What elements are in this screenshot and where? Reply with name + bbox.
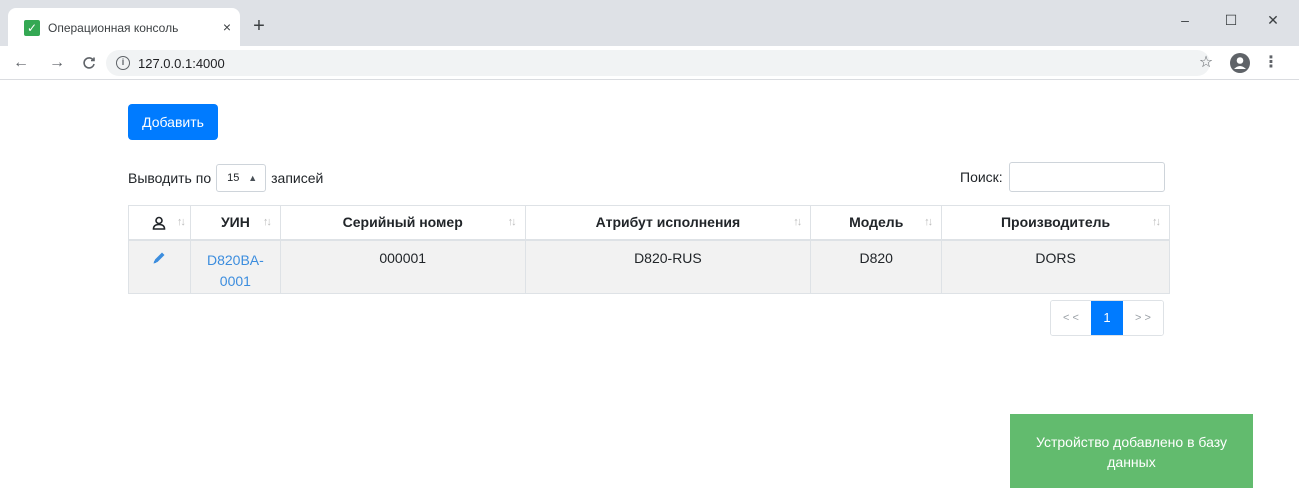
serial-cell: 000001 bbox=[279, 239, 526, 294]
pagination-next-button[interactable]: > > bbox=[1123, 301, 1163, 335]
search-label: Поиск: bbox=[960, 169, 1003, 185]
add-button[interactable]: Добавить bbox=[128, 104, 218, 140]
uin-link[interactable]: D820BA-0001 bbox=[207, 252, 264, 289]
user-icon bbox=[153, 217, 166, 231]
uin-cell: D820BA-0001 bbox=[189, 239, 281, 294]
page-length-select[interactable]: 15 ▲ bbox=[216, 164, 267, 192]
header-model[interactable]: Модель ↑↓ bbox=[810, 205, 943, 241]
star-icon[interactable]: ☆ bbox=[1195, 52, 1217, 74]
browser-titlebar: ✓ Операционная консоль × + – ☐ ✕ bbox=[0, 0, 1299, 46]
page-content: Добавить Выводить по 15 ▲ записей Поиск:… bbox=[0, 81, 1299, 494]
sort-icon: ↑↓ bbox=[507, 216, 517, 228]
url-field[interactable]: i 127.0.0.1:4000 bbox=[106, 50, 1210, 76]
browser-tab[interactable]: ✓ Операционная консоль × bbox=[8, 8, 240, 46]
reload-icon[interactable] bbox=[78, 52, 100, 74]
edit-cell bbox=[128, 239, 191, 294]
pagination-page-button[interactable]: 1 bbox=[1091, 301, 1123, 335]
header-owner[interactable]: ↑↓ bbox=[128, 205, 191, 241]
table-header-row: ↑↓ УИН ↑↓ Серийный номер ↑↓ Атрибут исполн… bbox=[128, 205, 1170, 241]
vendor-cell: DORS bbox=[941, 239, 1170, 294]
search-input[interactable] bbox=[1008, 162, 1165, 192]
header-attribute[interactable]: Атрибут исполнения ↑↓ bbox=[524, 205, 812, 241]
sort-icon: ↑↓ bbox=[262, 216, 272, 228]
pagination: < < 1 > > bbox=[1050, 300, 1164, 336]
header-vendor[interactable]: Производитель ↑↓ bbox=[941, 205, 1170, 241]
header-uin[interactable]: УИН ↑↓ bbox=[189, 205, 281, 241]
forward-arrow-icon[interactable]: → bbox=[46, 52, 68, 74]
url-text: 127.0.0.1:4000 bbox=[138, 56, 225, 71]
sort-icon: ↑↓ bbox=[793, 216, 802, 228]
length-suffix-label: записей bbox=[271, 170, 324, 186]
minimize-button[interactable]: – bbox=[1162, 8, 1208, 32]
sort-caret-icon: ▲ bbox=[248, 173, 258, 183]
info-icon[interactable]: i bbox=[116, 56, 130, 70]
pagination-prev-button[interactable]: < < bbox=[1051, 301, 1091, 335]
page-length-value: 15 bbox=[227, 172, 240, 184]
model-cell: D820 bbox=[810, 239, 943, 294]
sort-icon: ↑↓ bbox=[1152, 216, 1161, 228]
pencil-edit-icon[interactable] bbox=[151, 250, 167, 266]
devices-table: ↑↓ УИН ↑↓ Серийный номер ↑↓ Атрибут исполн… bbox=[128, 205, 1170, 294]
success-toast[interactable]: Устройство добавлено в базу данных bbox=[1010, 414, 1253, 488]
maximize-button[interactable]: ☐ bbox=[1208, 8, 1254, 32]
page-length-control: Выводить по 15 ▲ записей bbox=[128, 164, 323, 192]
table-row: D820BA-0001 000001 D820-RUS D820 DORS bbox=[128, 239, 1170, 294]
menu-icon[interactable]: ⋮ bbox=[1262, 52, 1280, 74]
tab-close-icon[interactable]: × bbox=[218, 18, 236, 36]
sort-icon: ↑↓ bbox=[924, 216, 933, 228]
checkmark-favicon-icon: ✓ bbox=[24, 20, 40, 36]
new-tab-button[interactable]: + bbox=[249, 16, 269, 36]
back-arrow-icon[interactable]: ← bbox=[10, 52, 32, 74]
sort-icon: ↑↓ bbox=[176, 216, 186, 228]
attribute-cell: D820-RUS bbox=[524, 239, 812, 294]
length-prefix-label: Выводить по bbox=[128, 170, 212, 186]
header-serial[interactable]: Серийный номер ↑↓ bbox=[279, 205, 526, 241]
profile-icon[interactable] bbox=[1230, 53, 1250, 73]
address-bar: ← → i 127.0.0.1:4000 ☆ ⋮ bbox=[0, 46, 1299, 80]
window-close-button[interactable]: ✕ bbox=[1250, 8, 1296, 32]
search-control: Поиск: bbox=[960, 162, 1165, 192]
tab-title: Операционная консоль bbox=[48, 21, 179, 35]
